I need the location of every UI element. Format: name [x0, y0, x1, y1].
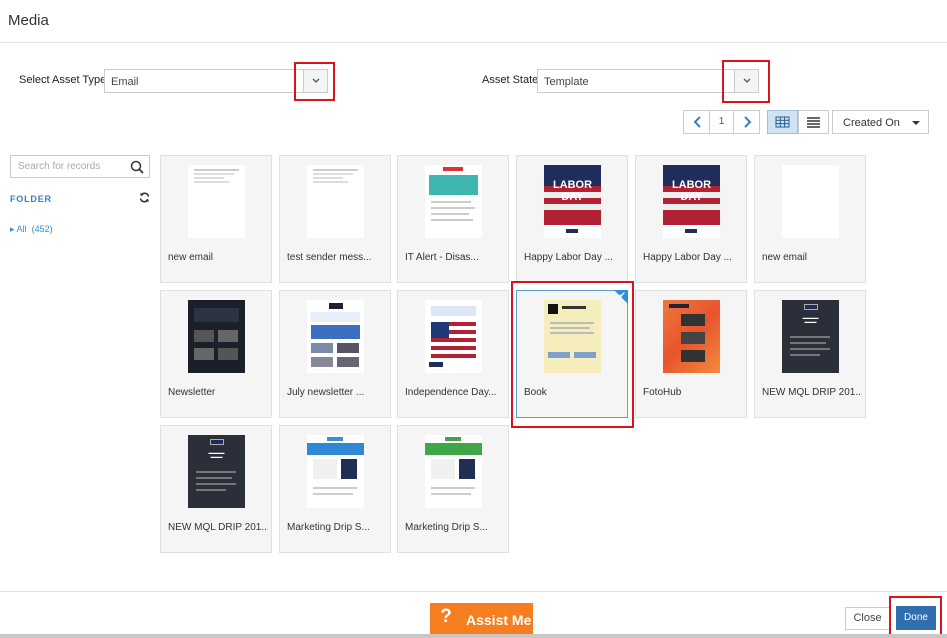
asset-thumbnail: ▬▬▬▬ ▬▬▬ [188, 435, 245, 508]
search-box [10, 155, 150, 178]
asset-thumbnail [188, 300, 245, 373]
asset-name: FotoHub [643, 387, 682, 398]
asset-card[interactable]: ▬▬▬▬ ▬▬▬ NEW MQL DRIP 201... [754, 290, 866, 418]
highlight-box [511, 281, 634, 428]
asset-card[interactable]: Marketing Drip S... [397, 425, 509, 553]
asset-state-value: Template [544, 76, 589, 88]
asset-type-label: Select Asset Type: [19, 74, 110, 86]
asset-card[interactable]: July newsletter ... [279, 290, 391, 418]
asset-card[interactable]: IT Alert - Disas... [397, 155, 509, 283]
prev-page-button[interactable] [683, 110, 710, 134]
sort-value: Created On [843, 117, 900, 129]
help-icon: ? [440, 606, 452, 627]
asset-name: Newsletter [168, 387, 216, 398]
dialog-header: Media [0, 0, 947, 43]
asset-name: new email [762, 252, 808, 263]
asset-thumbnail [307, 165, 364, 238]
asset-thumbnail [307, 300, 364, 373]
asset-thumbnail [663, 300, 720, 373]
folder-heading: FOLDER [10, 194, 52, 204]
asset-thumbnail [782, 165, 839, 238]
chevron-right-icon [744, 116, 752, 128]
highlight-box [889, 596, 942, 638]
asset-name: Independence Day... [405, 387, 497, 398]
asset-thumbnail [425, 435, 482, 508]
asset-card[interactable]: test sender mess... [279, 155, 391, 283]
asset-name: Marketing Drip S... [405, 522, 488, 533]
caret-right-icon: ▸ [10, 224, 15, 234]
close-button[interactable]: Close [845, 607, 890, 630]
folder-all-count: (452) [31, 224, 53, 234]
asset-thumbnail [307, 435, 364, 508]
assist-me-label: Assist Me [466, 612, 532, 628]
asset-name: new email [168, 252, 214, 263]
grid-icon [775, 116, 790, 128]
asset-name: NEW MQL DRIP 201... [762, 387, 862, 398]
asset-card[interactable]: LABOR DAY Happy Labor Day ... [516, 155, 628, 283]
asset-card[interactable]: Newsletter [160, 290, 272, 418]
asset-card[interactable]: Independence Day... [397, 290, 509, 418]
taskbar-strip [0, 634, 947, 638]
asset-card[interactable]: FotoHub [635, 290, 747, 418]
refresh-icon[interactable] [139, 192, 150, 203]
caret-down-icon [912, 121, 920, 125]
highlight-box [722, 60, 770, 103]
asset-thumbnail: LABOR DAY [663, 165, 720, 238]
asset-state-label: Asset State: [482, 74, 542, 86]
asset-name: Marketing Drip S... [287, 522, 370, 533]
search-icon[interactable] [130, 160, 144, 174]
folder-all-label: All [16, 224, 27, 234]
asset-card[interactable]: LABOR DAY Happy Labor Day ... [635, 155, 747, 283]
asset-card[interactable]: new email [160, 155, 272, 283]
next-page-button[interactable] [733, 110, 760, 134]
footer-divider [0, 591, 947, 592]
asset-name: Happy Labor Day ... [524, 252, 613, 263]
asset-name: test sender mess... [287, 252, 372, 263]
page-number: 1 [709, 110, 734, 134]
folder-all-link[interactable]: ▸ All (452) [10, 224, 53, 235]
dialog-title: Media [8, 12, 49, 29]
chevron-left-icon [693, 116, 701, 128]
grid-view-button[interactable] [767, 110, 798, 134]
asset-name: IT Alert - Disas... [405, 252, 479, 263]
asset-thumbnail [425, 300, 482, 373]
asset-name: NEW MQL DRIP 201... [168, 522, 268, 533]
sort-dropdown[interactable]: Created On [832, 110, 929, 134]
assist-me-button[interactable]: ? Assist Me [430, 603, 533, 636]
asset-thumbnail [425, 165, 482, 238]
highlight-box [294, 62, 335, 101]
asset-name: Happy Labor Day ... [643, 252, 732, 263]
asset-type-value: Email [111, 76, 139, 88]
asset-card[interactable]: Marketing Drip S... [279, 425, 391, 553]
asset-thumbnail: ▬▬▬▬ ▬▬▬ [782, 300, 839, 373]
asset-name: July newsletter ... [287, 387, 365, 398]
asset-card[interactable]: new email [754, 155, 866, 283]
list-view-button[interactable] [798, 110, 829, 134]
list-icon [807, 117, 820, 128]
asset-thumbnail: LABOR DAY [544, 165, 601, 238]
asset-card[interactable]: ▬▬▬▬ ▬▬▬ NEW MQL DRIP 201... [160, 425, 272, 553]
search-input[interactable] [11, 156, 126, 177]
asset-thumbnail [188, 165, 245, 238]
